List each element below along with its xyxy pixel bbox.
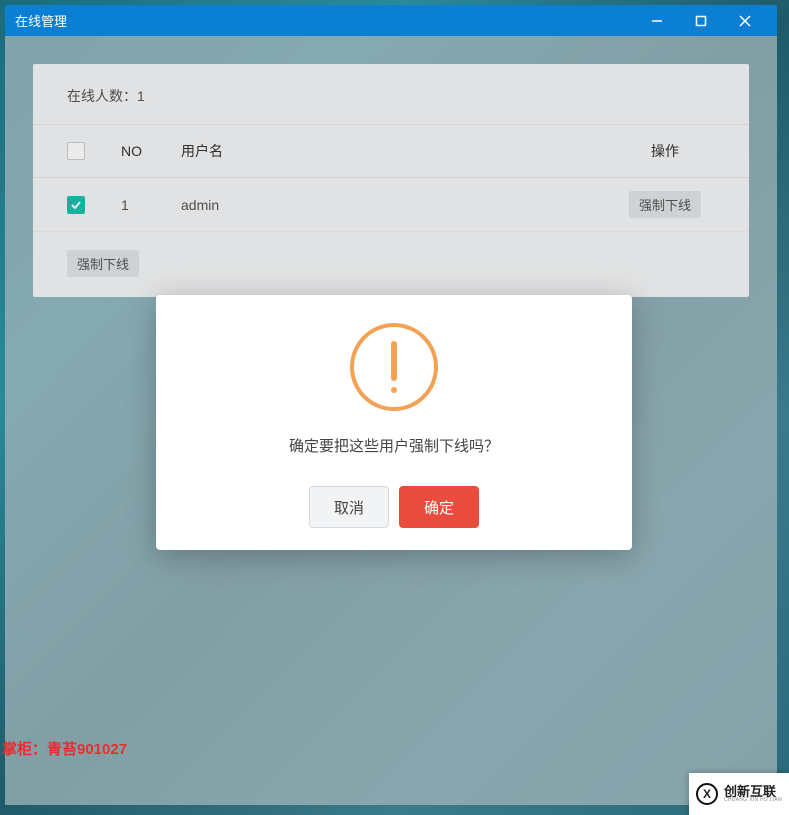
online-card: 在线人数：1 NO 用户名 操作 1 xyxy=(33,64,749,297)
users-table: NO 用户名 操作 1 admin 强制下线 xyxy=(33,124,749,232)
row-op-cell: 强制下线 xyxy=(615,191,715,218)
row-no: 1 xyxy=(121,197,177,213)
row-username: admin xyxy=(177,197,615,213)
minimize-button[interactable] xyxy=(635,5,679,36)
cancel-button[interactable]: 取消 xyxy=(309,486,389,528)
brand-badge: X 创新互联 CHUANG XIN HU LIAN xyxy=(689,773,789,815)
minimize-icon xyxy=(651,15,663,27)
dialog-actions: 取消 确定 xyxy=(309,486,479,528)
maximize-button[interactable] xyxy=(679,5,723,36)
header-username: 用户名 xyxy=(177,141,615,161)
brand-logo-icon: X xyxy=(696,783,718,805)
bulk-force-offline-button[interactable]: 强制下线 xyxy=(67,250,139,277)
header-no: NO xyxy=(121,143,177,159)
dialog-message: 确定要把这些用户强制下线吗？ xyxy=(289,435,499,456)
force-offline-button[interactable]: 强制下线 xyxy=(629,191,701,218)
select-all-checkbox[interactable] xyxy=(67,142,85,160)
row-checkbox[interactable] xyxy=(67,196,85,214)
header-op: 操作 xyxy=(615,141,715,161)
confirm-dialog: 确定要把这些用户强制下线吗？ 取消 确定 xyxy=(156,295,632,550)
row-checkbox-cell xyxy=(67,196,121,214)
watermark-text: 掌柜：青苔901027 xyxy=(2,738,127,759)
titlebar: 在线管理 xyxy=(5,5,777,36)
maximize-icon xyxy=(695,15,707,27)
check-icon xyxy=(70,199,82,211)
brand-name-en: CHUANG XIN HU LIAN xyxy=(724,798,782,803)
close-button[interactable] xyxy=(723,5,767,36)
header-checkbox-cell xyxy=(67,142,121,160)
confirm-button[interactable]: 确定 xyxy=(399,486,479,528)
online-count-label: 在线人数：1 xyxy=(33,64,749,116)
warning-icon xyxy=(350,323,438,411)
table-row: 1 admin 强制下线 xyxy=(33,178,749,232)
table-header: NO 用户名 操作 xyxy=(33,124,749,178)
window-title: 在线管理 xyxy=(15,11,635,30)
close-icon xyxy=(739,15,751,27)
